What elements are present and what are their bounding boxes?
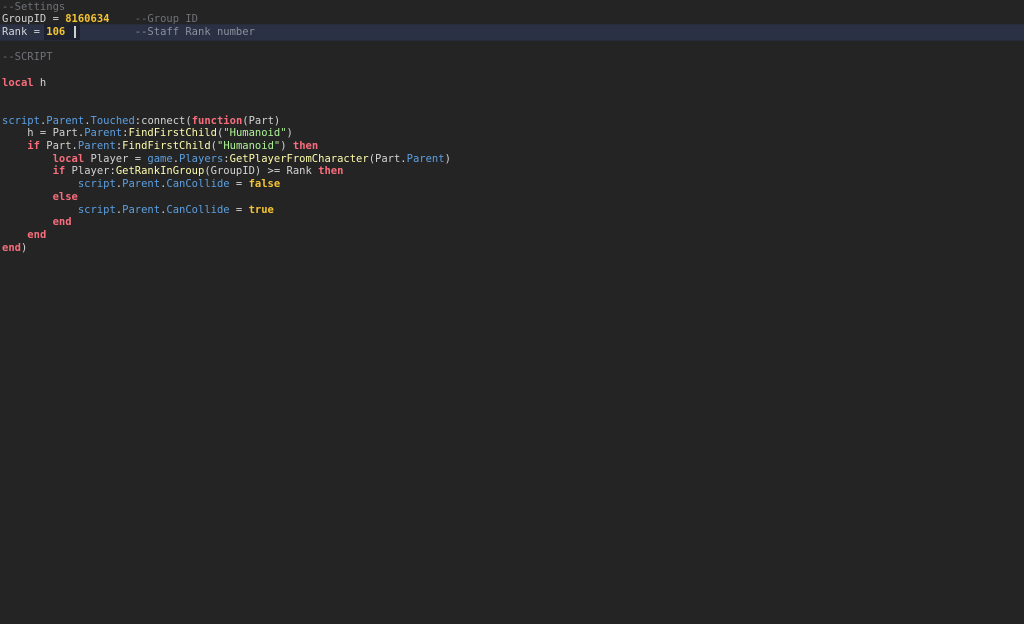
code-token: script — [2, 115, 40, 127]
code-token — [109, 13, 134, 25]
text-cursor — [74, 26, 76, 38]
code-token: (Part) — [242, 115, 280, 127]
code-line[interactable]: local h — [0, 77, 1024, 90]
code-token: FindFirstChild — [128, 127, 217, 139]
code-line[interactable]: script.Parent.CanCollide = false — [0, 178, 1024, 191]
value-edit-box: 106 — [46, 26, 78, 38]
code-line[interactable] — [0, 64, 1024, 77]
code-token: FindFirstChild — [122, 140, 211, 152]
code-token: end — [27, 229, 46, 241]
code-token — [2, 216, 53, 228]
code-token: Touched — [91, 115, 135, 127]
code-line[interactable]: GroupID = 8160634 --Group ID — [0, 13, 1024, 26]
code-line[interactable]: script.Parent.CanCollide = true — [0, 204, 1024, 217]
code-token — [2, 204, 78, 216]
code-token: end — [2, 242, 21, 254]
code-token: Rank = — [2, 26, 46, 38]
code-line[interactable]: --SCRIPT — [0, 51, 1024, 64]
code-line[interactable] — [0, 102, 1024, 115]
code-token: --Staff Rank number — [135, 26, 255, 38]
code-token: Parent — [122, 204, 160, 216]
code-token: Parent — [46, 115, 84, 127]
code-token: GetRankInGroup — [116, 165, 205, 177]
code-token: ) — [445, 153, 451, 165]
code-token — [78, 26, 135, 38]
code-token: = — [230, 178, 249, 190]
code-token — [2, 165, 53, 177]
code-token: game — [147, 153, 172, 165]
code-line[interactable]: --Settings — [0, 1, 1024, 14]
code-token: Player: — [65, 165, 116, 177]
code-token: local — [2, 77, 34, 89]
code-token: Players — [179, 153, 223, 165]
code-token: ) — [280, 140, 293, 152]
code-token: true — [249, 204, 274, 216]
code-token: Part. — [40, 140, 78, 152]
code-token: end — [53, 216, 72, 228]
code-token: if — [27, 140, 40, 152]
active-code-line[interactable]: Rank = 106 --Staff Rank number — [0, 26, 1024, 39]
code-token: Parent — [122, 178, 160, 190]
code-line[interactable] — [0, 39, 1024, 52]
code-token: "Humanoid" — [217, 140, 280, 152]
code-line[interactable]: end) — [0, 242, 1024, 255]
code-line[interactable]: h = Part.Parent:FindFirstChild("Humanoid… — [0, 127, 1024, 140]
code-token: = — [230, 204, 249, 216]
code-line[interactable]: if Part.Parent:FindFirstChild("Humanoid"… — [0, 140, 1024, 153]
code-token: ) — [21, 242, 27, 254]
code-token: GroupID = — [2, 13, 65, 25]
code-token — [2, 140, 27, 152]
code-token — [2, 178, 78, 190]
code-token — [2, 229, 27, 241]
code-line[interactable]: script.Parent.Touched:connect(function(P… — [0, 115, 1024, 128]
code-token: script — [78, 178, 116, 190]
code-line[interactable] — [0, 89, 1024, 102]
code-token: Player = — [84, 153, 147, 165]
code-token: :connect( — [135, 115, 192, 127]
code-line[interactable]: end — [0, 216, 1024, 229]
code-token: 8160634 — [65, 13, 109, 25]
code-line[interactable]: local Player = game.Players:GetPlayerFro… — [0, 153, 1024, 166]
code-token: Parent — [78, 140, 116, 152]
code-token: CanCollide — [166, 178, 229, 190]
code-token: --SCRIPT — [2, 51, 53, 63]
script-editor[interactable]: --SettingsGroupID = 8160634 --Group IDRa… — [0, 0, 1024, 624]
code-token: local — [53, 153, 85, 165]
code-token: (Part. — [369, 153, 407, 165]
code-token: function — [192, 115, 243, 127]
code-token: if — [53, 165, 66, 177]
code-token: CanCollide — [166, 204, 229, 216]
code-token: then — [318, 165, 343, 177]
code-token: h — [34, 77, 47, 89]
code-token: script — [78, 204, 116, 216]
code-line[interactable]: else — [0, 191, 1024, 204]
code-token — [2, 191, 53, 203]
code-token: ) — [287, 127, 293, 139]
code-token: --Settings — [2, 1, 65, 13]
code-token: false — [249, 178, 281, 190]
code-line[interactable]: if Player:GetRankInGroup(GroupID) >= Ran… — [0, 165, 1024, 178]
code-area: --SettingsGroupID = 8160634 --Group IDRa… — [0, 1, 1024, 255]
code-token: else — [53, 191, 78, 203]
code-token: h = Part. — [2, 127, 84, 139]
code-token — [2, 153, 53, 165]
code-token: Parent — [407, 153, 445, 165]
code-token: GetPlayerFromCharacter — [230, 153, 369, 165]
code-token: Parent — [84, 127, 122, 139]
code-token: --Group ID — [135, 13, 198, 25]
code-line[interactable]: end — [0, 229, 1024, 242]
code-token: (GroupID) >= Rank — [204, 165, 318, 177]
code-token: "Humanoid" — [223, 127, 286, 139]
code-token: then — [293, 140, 318, 152]
